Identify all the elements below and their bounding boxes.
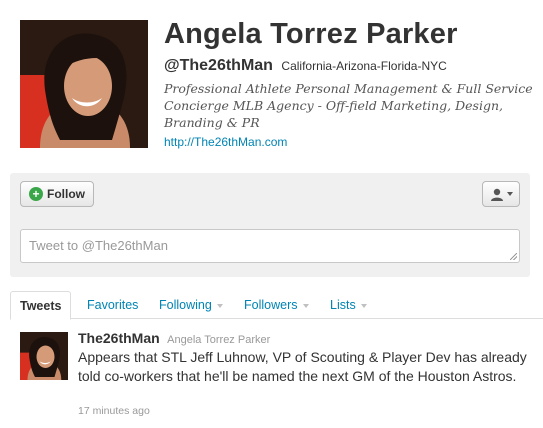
follow-label: Follow xyxy=(47,187,85,201)
tweet-text: Appears that STL Jeff Luhnow, VP of Scou… xyxy=(78,349,527,384)
tweet-timestamp[interactable]: 17 minutes ago xyxy=(78,405,150,417)
tab-label: Favorites xyxy=(87,298,139,312)
tab-label: Lists xyxy=(330,298,356,312)
profile-tabs: Tweets Favorites Following Followers Lis… xyxy=(10,291,543,320)
profile-name: Angela Torrez Parker xyxy=(164,18,458,50)
tab-following[interactable]: Following xyxy=(159,291,223,319)
tab-tweets[interactable]: Tweets xyxy=(10,291,72,320)
profile-photo-icon xyxy=(20,332,68,380)
tweet-full-name: Angela Torrez Parker xyxy=(167,334,271,346)
profile-location: California-Arizona-Florida-NYC xyxy=(281,59,447,73)
tweet-input-placeholder: Tweet to @The26thMan xyxy=(29,238,168,253)
tab-followers[interactable]: Followers xyxy=(244,291,309,319)
tweet-header: The26thMan Angela Torrez Parker xyxy=(78,330,270,348)
chevron-down-icon xyxy=(360,304,367,308)
profile-handle: @The26thMan xyxy=(164,57,273,74)
user-actions-menu-button[interactable] xyxy=(482,181,520,207)
handle-line: @The26thMan California-Arizona-Florida-N… xyxy=(164,57,447,75)
profile-url-link[interactable]: http://The26thMan.com xyxy=(164,135,287,149)
chevron-down-icon xyxy=(506,192,513,196)
profile-page: Angela Torrez Parker @The26thMan Califor… xyxy=(0,0,543,428)
profile-avatar[interactable] xyxy=(20,20,148,148)
tab-lists[interactable]: Lists xyxy=(330,291,367,319)
tweet-avatar[interactable] xyxy=(20,332,68,380)
person-icon xyxy=(490,188,504,201)
profile-action-box: + Follow Tweet to @The26thMan xyxy=(10,173,530,277)
tab-favorites[interactable]: Favorites xyxy=(87,291,138,319)
tab-label: Tweets xyxy=(20,298,62,313)
resize-grip-icon[interactable] xyxy=(510,253,517,260)
profile-photo-icon xyxy=(20,20,148,148)
profile-bio: Professional Athlete Personal Management… xyxy=(164,81,533,130)
chevron-down-icon xyxy=(216,304,223,308)
tweet-screen-name[interactable]: The26thMan xyxy=(78,330,160,346)
tab-label: Followers xyxy=(244,298,298,312)
chevron-down-icon xyxy=(302,304,309,308)
follow-button[interactable]: + Follow xyxy=(20,181,94,207)
tab-label: Following xyxy=(159,298,212,312)
tweet-to-user-input[interactable]: Tweet to @The26thMan xyxy=(20,229,520,263)
plus-circle-icon: + xyxy=(29,187,43,201)
tweet-item[interactable]: The26thMan Angela Torrez Parker Appears … xyxy=(0,320,543,428)
